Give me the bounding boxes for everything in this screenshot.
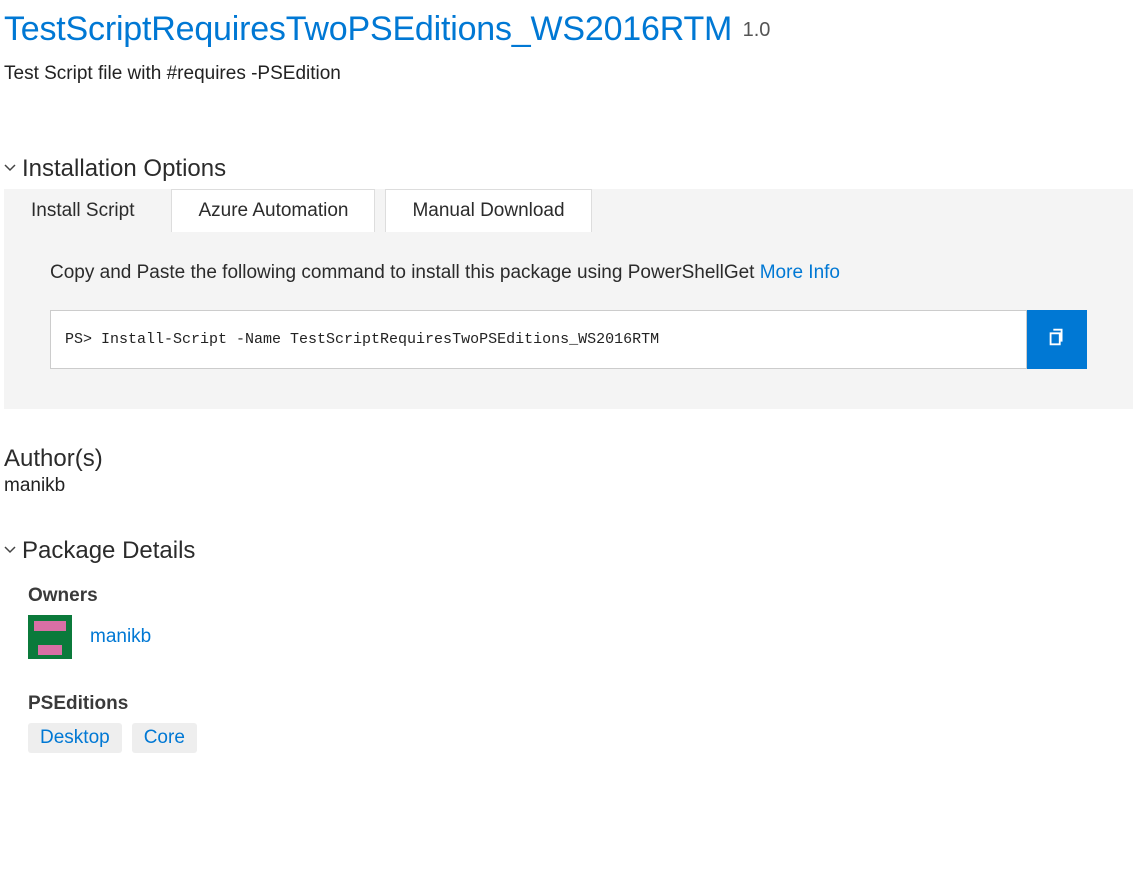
chevron-down-icon <box>4 161 22 177</box>
authors-heading: Author(s) <box>4 445 1133 473</box>
psedition-tag-desktop[interactable]: Desktop <box>28 723 122 753</box>
install-command[interactable]: PS> Install-Script -Name TestScriptRequi… <box>50 310 1027 369</box>
more-info-link[interactable]: More Info <box>760 262 840 283</box>
package-details-heading: Package Details <box>22 537 195 565</box>
owners-label: Owners <box>28 585 1133 607</box>
tab-manual-download[interactable]: Manual Download <box>385 189 591 232</box>
package-details-toggle[interactable]: Package Details <box>4 537 1133 565</box>
installation-options-toggle[interactable]: Installation Options <box>4 155 1133 183</box>
tab-install-script[interactable]: Install Script <box>4 189 161 232</box>
copy-command-button[interactable] <box>1027 310 1087 369</box>
package-title-link[interactable]: TestScriptRequiresTwoPSEditions_WS2016RT… <box>4 10 732 48</box>
chevron-down-icon <box>4 543 22 559</box>
install-instruction-text: Copy and Paste the following command to … <box>50 262 760 283</box>
install-instruction: Copy and Paste the following command to … <box>50 262 1087 284</box>
installation-options-heading: Installation Options <box>22 155 226 183</box>
installation-panel: Install Script Azure Automation Manual D… <box>4 189 1133 409</box>
psedition-tag-core[interactable]: Core <box>132 723 197 753</box>
owner-link[interactable]: manikb <box>90 626 151 648</box>
pseditions-label: PSEditions <box>28 693 1133 715</box>
package-description: Test Script file with #requires -PSEditi… <box>4 63 1133 85</box>
copy-icon <box>1046 326 1068 353</box>
authors-value: manikb <box>4 475 1133 497</box>
package-version: 1.0 <box>743 19 771 41</box>
tab-azure-automation[interactable]: Azure Automation <box>171 189 375 232</box>
owner-avatar[interactable] <box>28 615 72 659</box>
